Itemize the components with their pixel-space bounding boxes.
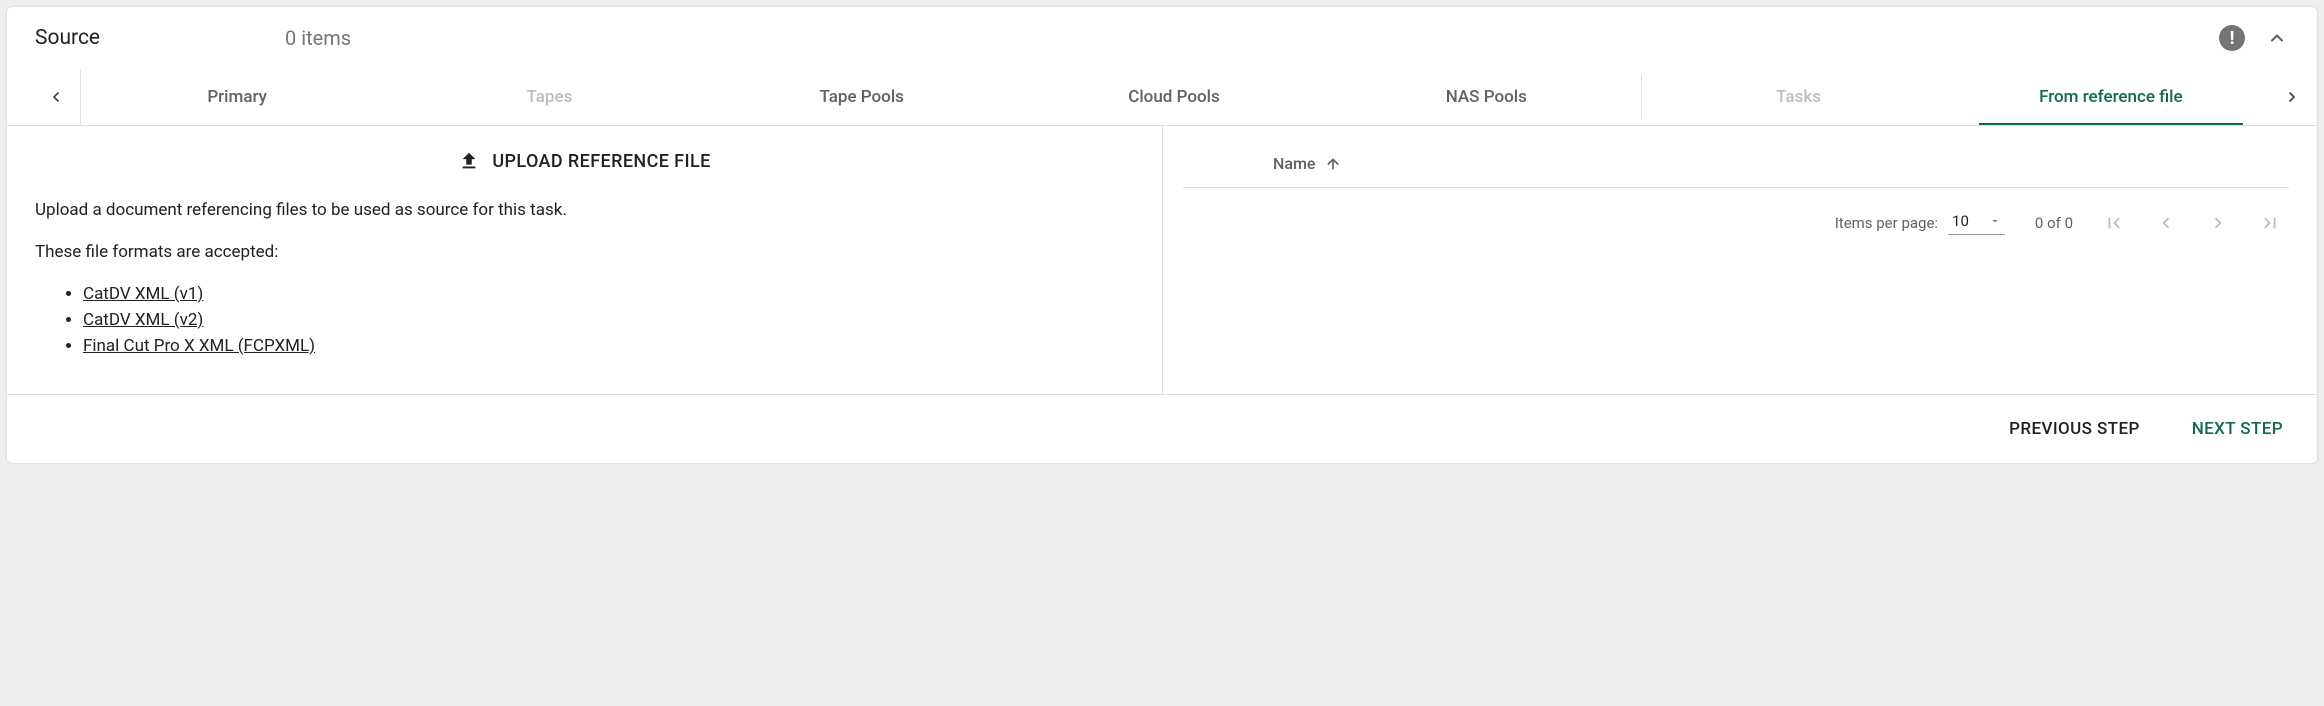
chevron-left-icon (48, 89, 64, 105)
upload-icon (458, 150, 480, 172)
tab-from-reference-file[interactable]: From reference file (1955, 69, 2267, 125)
tab-tasks[interactable]: Tasks (1642, 69, 1954, 125)
source-panel: Source 0 items ! Primary Tapes Tape Pool… (6, 6, 2318, 464)
sort-asc-icon (1325, 156, 1341, 172)
page-first-icon (2103, 212, 2125, 234)
pager-next[interactable] (2207, 212, 2229, 234)
error-badge-icon: ! (2219, 25, 2245, 51)
upload-label: UPLOAD REFERENCE FILE (492, 151, 710, 172)
column-header-name[interactable]: Name (1183, 142, 2289, 188)
tab-tapes[interactable]: Tapes (393, 69, 705, 125)
list-item: CatDV XML (v1) (83, 284, 1134, 304)
items-count: 0 items (285, 26, 351, 50)
tab-primary[interactable]: Primary (81, 69, 393, 125)
page-last-icon (2259, 212, 2281, 234)
panel-title: Source (35, 26, 285, 50)
content-right: Name Items per page: 10 0 of 0 (1162, 126, 2317, 394)
tabs-scroll-right[interactable] (2267, 69, 2317, 125)
content-row: UPLOAD REFERENCE FILE Upload a document … (7, 126, 2317, 394)
column-label: Name (1273, 154, 1315, 173)
content-left: UPLOAD REFERENCE FILE Upload a document … (7, 126, 1162, 394)
range-text: 0 of 0 (2035, 214, 2073, 232)
chevron-right-icon (2207, 212, 2229, 234)
chevron-up-icon (2267, 28, 2287, 48)
previous-step-button[interactable]: PREVIOUS STEP (2003, 411, 2146, 447)
tab-tape-pools[interactable]: Tape Pools (706, 69, 1018, 125)
tab-cloud-pools[interactable]: Cloud Pools (1018, 69, 1330, 125)
pager-prev[interactable] (2155, 212, 2177, 234)
collapse-toggle[interactable] (2265, 26, 2289, 50)
pager-buttons (2103, 212, 2281, 234)
pager-first[interactable] (2103, 212, 2125, 234)
panel-content: Primary Tapes Tape Pools Cloud Pools NAS… (7, 69, 2317, 463)
ipp-value: 10 (1952, 212, 1969, 230)
wizard-footer: PREVIOUS STEP NEXT STEP (7, 394, 2317, 463)
ipp-select[interactable]: 10 (1948, 210, 2005, 235)
upload-description: Upload a document referencing files to b… (35, 200, 1134, 220)
tab-nas-pools[interactable]: NAS Pools (1330, 69, 1642, 125)
paginator: Items per page: 10 0 of 0 (1183, 188, 2289, 235)
format-link-catdv-v2[interactable]: CatDV XML (v2) (83, 310, 203, 330)
format-link-catdv-v1[interactable]: CatDV XML (v1) (83, 284, 203, 304)
list-item: Final Cut Pro X XML (FCPXML) (83, 336, 1134, 356)
list-item: CatDV XML (v2) (83, 310, 1134, 330)
panel-header: Source 0 items ! (7, 7, 2317, 69)
accepted-formats-list: CatDV XML (v1) CatDV XML (v2) Final Cut … (35, 284, 1134, 356)
chevron-right-icon (2284, 89, 2300, 105)
next-step-button[interactable]: NEXT STEP (2186, 411, 2289, 447)
items-per-page: Items per page: 10 (1835, 210, 2005, 235)
tabs-scroll: Primary Tapes Tape Pools Cloud Pools NAS… (81, 69, 2267, 125)
chevron-left-icon (2155, 212, 2177, 234)
tabs-scroll-left[interactable] (31, 69, 81, 125)
tabs: Primary Tapes Tape Pools Cloud Pools NAS… (7, 69, 2317, 126)
upload-reference-button[interactable]: UPLOAD REFERENCE FILE (35, 150, 1134, 172)
pager-last[interactable] (2259, 212, 2281, 234)
dropdown-arrow-icon (1989, 215, 2001, 227)
accepted-intro: These file formats are accepted: (35, 242, 1134, 262)
ipp-label: Items per page: (1835, 214, 1938, 232)
format-link-fcpxml[interactable]: Final Cut Pro X XML (FCPXML) (83, 336, 315, 356)
